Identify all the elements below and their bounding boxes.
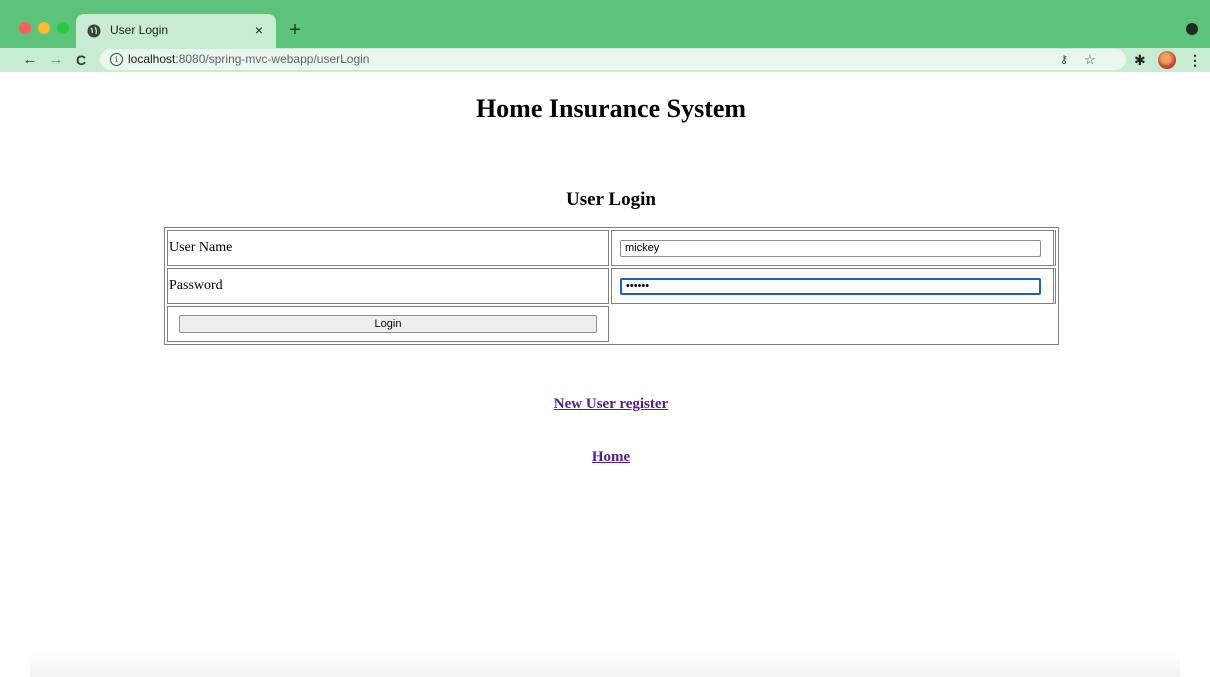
puzzle-extension-icon[interactable]: ✱ — [1134, 50, 1146, 70]
forward-arrow-icon[interactable]: → — [46, 50, 66, 70]
key-icon[interactable]: ⚷ — [1060, 51, 1068, 69]
new-tab-button[interactable]: + — [284, 19, 306, 41]
star-icon[interactable]: ☆ — [1084, 51, 1096, 69]
site-title: Home Insurance System — [475, 94, 747, 123]
page-title: User Login — [566, 189, 656, 210]
profile-dot-icon[interactable] — [1186, 23, 1198, 35]
table-row: Login — [167, 306, 1056, 342]
minimize-window-button[interactable] — [38, 22, 50, 34]
tab-title: User Login — [110, 23, 169, 37]
table-row: Password — [167, 268, 1056, 304]
login-button[interactable]: Login — [179, 315, 597, 333]
browser-toolbar: ← → C i localhost:8080/spring-mvc-webapp… — [0, 48, 1210, 72]
password-field[interactable] — [620, 277, 1041, 295]
password-label: Password — [167, 268, 609, 304]
window-shadow — [30, 652, 1180, 677]
home-link[interactable]: Home — [592, 449, 630, 465]
info-icon[interactable]: i — [110, 53, 123, 66]
kebab-menu-icon[interactable]: ⋮ — [1188, 50, 1202, 70]
address-bar[interactable]: i localhost:8080/spring-mvc-webapp/userL… — [100, 49, 1126, 70]
new-user-register-link[interactable]: New User register — [554, 396, 668, 412]
login-form-table: User Name Password Login — [164, 227, 1059, 345]
tab-close-icon[interactable]: × — [250, 21, 268, 39]
zoom-window-button[interactable] — [57, 22, 69, 34]
username-label: User Name — [167, 230, 609, 266]
globe-icon — [87, 24, 101, 38]
page-content: Home Insurance System User Login User Na… — [0, 72, 1210, 677]
browser-tab[interactable]: User Login × — [76, 14, 276, 48]
table-row: User Name — [167, 230, 1056, 266]
back-arrow-icon[interactable]: ← — [20, 50, 40, 70]
reload-icon[interactable]: C — [71, 50, 91, 70]
close-window-button[interactable] — [19, 22, 31, 34]
url-text[interactable]: localhost:8080/spring-mvc-webapp/userLog… — [128, 52, 369, 66]
browser-titlebar: User Login × + — [0, 0, 1210, 48]
avatar[interactable] — [1158, 51, 1176, 69]
username-field[interactable] — [620, 239, 1041, 257]
